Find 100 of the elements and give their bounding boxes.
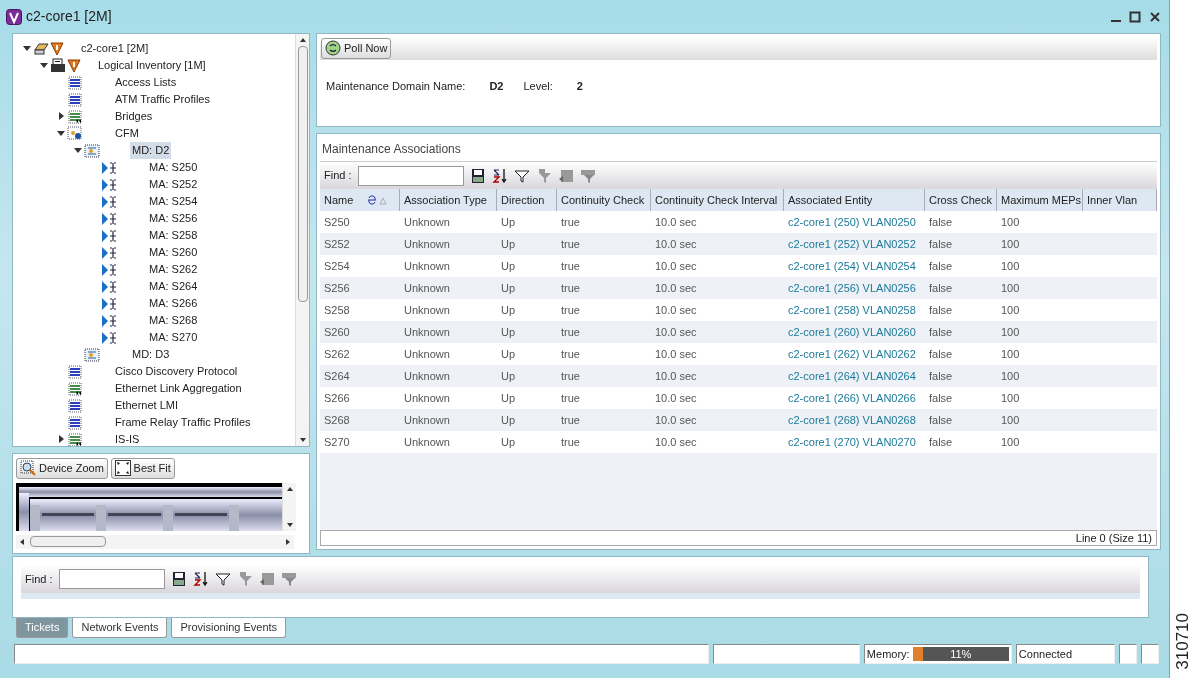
table-cell-text: Up: [500, 368, 517, 384]
association-icon: [101, 244, 117, 261]
save-icon[interactable]: [170, 571, 187, 587]
table-cell-text: S262: [323, 346, 351, 362]
tree-item[interactable]: Ethernet Link Aggregation: [113, 380, 244, 397]
vertical-scrollbar[interactable]: [282, 482, 296, 531]
table-row[interactable]: S256 Unknown Up true 10.0 sec c2-core1 (256) VLAN0256 false 100: [320, 277, 1157, 299]
tree-item[interactable]: Frame Relay Traffic Profiles: [113, 414, 253, 431]
tree-item[interactable]: MA: S256: [147, 210, 200, 227]
scroll-thumb[interactable]: [297, 46, 308, 302]
sort-icon[interactable]: [192, 571, 209, 587]
association-icon: [101, 193, 117, 210]
toolbar-button[interactable]: Device Zoom: [16, 458, 108, 479]
table-cell-text: 100: [1000, 412, 1021, 428]
table-cell-text: 10.0 sec: [654, 302, 698, 318]
find-field[interactable]: [357, 165, 464, 186]
tree-item[interactable]: IS-IS: [113, 431, 142, 446]
entity-link[interactable]: c2-core1 (258) VLAN0258: [784, 299, 925, 321]
table-cell-text: Up: [500, 214, 517, 230]
maintenance-icon: [67, 125, 83, 142]
collapse-arrow-icon[interactable]: [57, 128, 65, 137]
entity-link[interactable]: c2-core1 (252) VLAN0252: [784, 233, 925, 255]
table-icon: [67, 108, 83, 125]
table-cell-text: S254: [323, 258, 351, 274]
toolbar-button[interactable]: Best Fit: [110, 458, 175, 479]
scroll-right-icon[interactable]: [284, 537, 292, 546]
tree-item[interactable]: CFM: [113, 125, 141, 142]
save-icon[interactable]: [469, 167, 486, 184]
table-icon: [67, 414, 83, 431]
filter-icon[interactable]: [513, 167, 530, 184]
expand-arrow-icon[interactable]: [57, 434, 65, 443]
horizontal-scrollbar[interactable]: [16, 534, 294, 549]
association-icon: [101, 159, 117, 176]
table-filter-icon[interactable]: [579, 167, 596, 184]
domain-icon: [84, 142, 100, 159]
table-cell-text: true: [560, 236, 581, 252]
table-row[interactable]: S264 Unknown Up true 10.0 sec c2-core1 (264) VLAN0264 false 100: [320, 365, 1157, 387]
expand-arrow-icon[interactable]: [57, 111, 65, 120]
table-cell-text: 100: [1000, 280, 1021, 296]
tree-item[interactable]: Ethernet LMI: [113, 397, 180, 414]
filter-icon[interactable]: [214, 571, 231, 587]
maximize-button[interactable]: [1127, 10, 1143, 23]
sort-indicator-icon[interactable]: [367, 195, 388, 205]
find-field[interactable]: [58, 569, 165, 589]
collapse-arrow-icon[interactable]: [40, 60, 48, 69]
tree-item[interactable]: Access Lists: [113, 74, 179, 91]
table-cell-text: S266: [323, 390, 351, 406]
table-cell-text: S256: [323, 280, 351, 296]
tab[interactable]: Provisioning Events: [171, 618, 287, 638]
entity-link[interactable]: c2-core1 (260) VLAN0260: [784, 321, 925, 343]
association-icon: [101, 329, 117, 346]
tree-item[interactable]: Cisco Discovery Protocol: [113, 363, 240, 380]
table-cell-text: Unknown: [403, 390, 451, 406]
collapse-arrow-icon[interactable]: [23, 43, 31, 52]
table-cell-text: Unknown: [403, 214, 451, 230]
entity-link[interactable]: c2-core1 (254) VLAN0254: [784, 255, 925, 277]
vertical-scrollbar[interactable]: [295, 34, 309, 446]
table-cell-text: false: [928, 434, 954, 450]
table-cell-text: S270: [323, 434, 351, 450]
sort-icon[interactable]: [491, 167, 508, 184]
scroll-thumb[interactable]: [30, 536, 106, 547]
table-cell-text: false: [928, 412, 954, 428]
tree-item[interactable]: MA: S264: [147, 278, 200, 295]
tree-item[interactable]: MD: D3: [130, 346, 172, 363]
tree-item[interactable]: Logical Inventory [1M]: [96, 57, 208, 74]
poll-now-button[interactable]: Poll Now: [321, 38, 392, 59]
tree-item[interactable]: ATM Traffic Profiles: [113, 91, 212, 108]
entity-link[interactable]: c2-core1 (270) VLAN0270: [784, 431, 925, 453]
table-row[interactable]: S268 Unknown Up true 10.0 sec c2-core1 (268) VLAN0268 false 100: [320, 409, 1157, 431]
tree-item[interactable]: MA: S262: [147, 261, 200, 278]
tree-item[interactable]: MD: D2: [130, 142, 172, 159]
tree-item[interactable]: MA: S260: [147, 244, 200, 261]
table-cell-text: 10.0 sec: [654, 324, 698, 340]
tree-item[interactable]: MA: S250: [147, 159, 200, 176]
entity-link[interactable]: c2-core1 (264) VLAN0264: [784, 365, 925, 387]
table-cell-text: true: [560, 412, 581, 428]
table-row[interactable]: S252 Unknown Up true 10.0 sec c2-core1 (252) VLAN0252 false 100: [320, 233, 1157, 255]
table-row[interactable]: S260 Unknown Up true 10.0 sec c2-core1 (260) VLAN0260 false 100: [320, 321, 1157, 343]
tree-item[interactable]: MA: S270: [147, 329, 200, 346]
tree-item[interactable]: MA: S254: [147, 193, 200, 210]
field-label: Maintenance Domain Name:: [326, 78, 466, 94]
table-cell-text: Up: [500, 302, 517, 318]
close-button[interactable]: [1147, 10, 1163, 23]
tree-item[interactable]: MA: S268: [147, 312, 200, 329]
tree-item[interactable]: c2-core1 [2M]: [79, 40, 151, 57]
entity-link[interactable]: c2-core1 (262) VLAN0262: [784, 343, 925, 365]
entity-link[interactable]: c2-core1 (268) VLAN0268: [784, 409, 925, 431]
table-cell-text: S252: [323, 236, 351, 252]
tree-item[interactable]: MA: S258: [147, 227, 200, 244]
tree-item[interactable]: Bridges: [113, 108, 155, 125]
collapse-arrow-icon[interactable]: [74, 145, 82, 154]
field-label: Level:: [523, 78, 553, 94]
table-filter-icon[interactable]: [280, 571, 297, 587]
scroll-left-icon[interactable]: [18, 537, 26, 546]
entity-link[interactable]: c2-core1 (266) VLAN0266: [784, 387, 925, 409]
entity-link[interactable]: c2-core1 (256) VLAN0256: [784, 277, 925, 299]
tree-item[interactable]: MA: S266: [147, 295, 200, 312]
tree-item[interactable]: MA: S252: [147, 176, 200, 193]
entity-link[interactable]: c2-core1 (250) VLAN0250: [784, 211, 925, 233]
tab[interactable]: Network Events: [72, 618, 168, 638]
